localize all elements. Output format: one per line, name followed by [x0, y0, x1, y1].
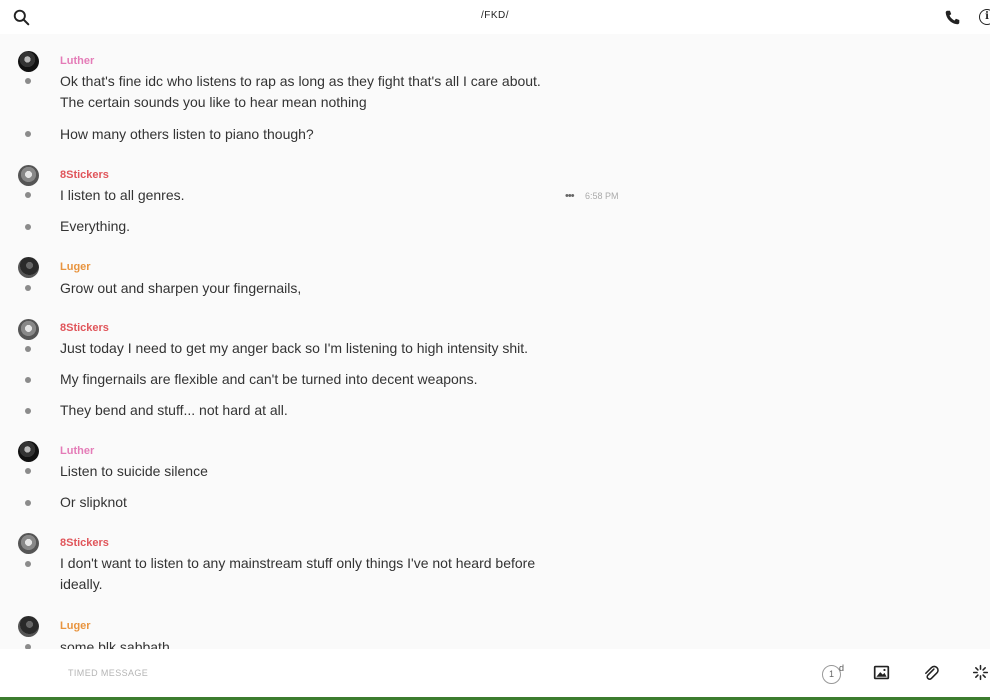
message-text: Everything. — [60, 218, 131, 234]
message-bullet — [25, 561, 31, 567]
message-text: I don't want to listen to any mainstream… — [60, 555, 536, 571]
message-text: I listen to all genres. — [60, 187, 185, 203]
message-text: ideally. — [60, 576, 103, 592]
message-list: Luther Ok that's fine idc who listens to… — [0, 34, 990, 649]
message-text: The certain sounds you like to hear mean… — [60, 94, 367, 110]
message-text: How many others listen to piano though? — [60, 126, 314, 142]
message-bullet — [25, 78, 31, 84]
message-input[interactable]: TIMED MESSAGE — [68, 668, 148, 678]
message-bullet — [25, 500, 31, 506]
phone-icon[interactable] — [944, 9, 961, 26]
author-name[interactable]: Luther — [60, 445, 94, 457]
message-text: Just today I need to get my anger back s… — [60, 340, 529, 356]
message-timestamp: 6:58 PM — [585, 191, 619, 201]
message-text: They bend and stuff... not hard at all. — [60, 402, 288, 418]
message-text: Ok that's fine idc who listens to rap as… — [60, 73, 541, 89]
message-text: Or slipknot — [60, 494, 127, 510]
message-bullet — [25, 408, 31, 414]
avatar[interactable] — [18, 441, 39, 462]
message-text: Listen to suicide silence — [60, 463, 208, 479]
avatar[interactable] — [18, 257, 39, 278]
message-text: My fingernails are flexible and can't be… — [60, 371, 478, 387]
author-name[interactable]: 8Stickers — [60, 537, 109, 549]
message-text: Grow out and sharpen your fingernails, — [60, 280, 302, 296]
message-text: some blk sabbath — [60, 639, 170, 649]
message-bullet — [25, 192, 31, 198]
sparkle-icon[interactable] — [972, 664, 989, 681]
avatar[interactable] — [18, 533, 39, 554]
message-bullet — [25, 285, 31, 291]
author-name[interactable]: 8Stickers — [60, 322, 109, 334]
top-bar: /FKD/ i — [0, 0, 990, 34]
author-name[interactable]: 8Stickers — [60, 169, 109, 181]
message-bullet — [25, 468, 31, 474]
message-bullet — [25, 224, 31, 230]
info-icon[interactable]: i — [979, 9, 990, 25]
chat-title: /FKD/ — [480, 10, 510, 21]
message-bullet — [25, 131, 31, 137]
avatar[interactable] — [18, 616, 39, 637]
message-bullet — [25, 346, 31, 352]
more-options-icon[interactable]: ••• — [565, 190, 575, 202]
message-bullet — [25, 377, 31, 383]
image-icon[interactable] — [873, 664, 890, 681]
avatar[interactable] — [18, 165, 39, 186]
paperclip-icon[interactable] — [922, 664, 939, 681]
avatar[interactable] — [18, 51, 39, 72]
author-name[interactable]: Luger — [60, 620, 91, 632]
composer-bar: TIMED MESSAGE 1 d — [0, 649, 990, 700]
avatar[interactable] — [18, 319, 39, 340]
timer-unit: d — [839, 663, 845, 673]
author-name[interactable]: Luther — [60, 55, 94, 67]
author-name[interactable]: Luger — [60, 261, 91, 273]
